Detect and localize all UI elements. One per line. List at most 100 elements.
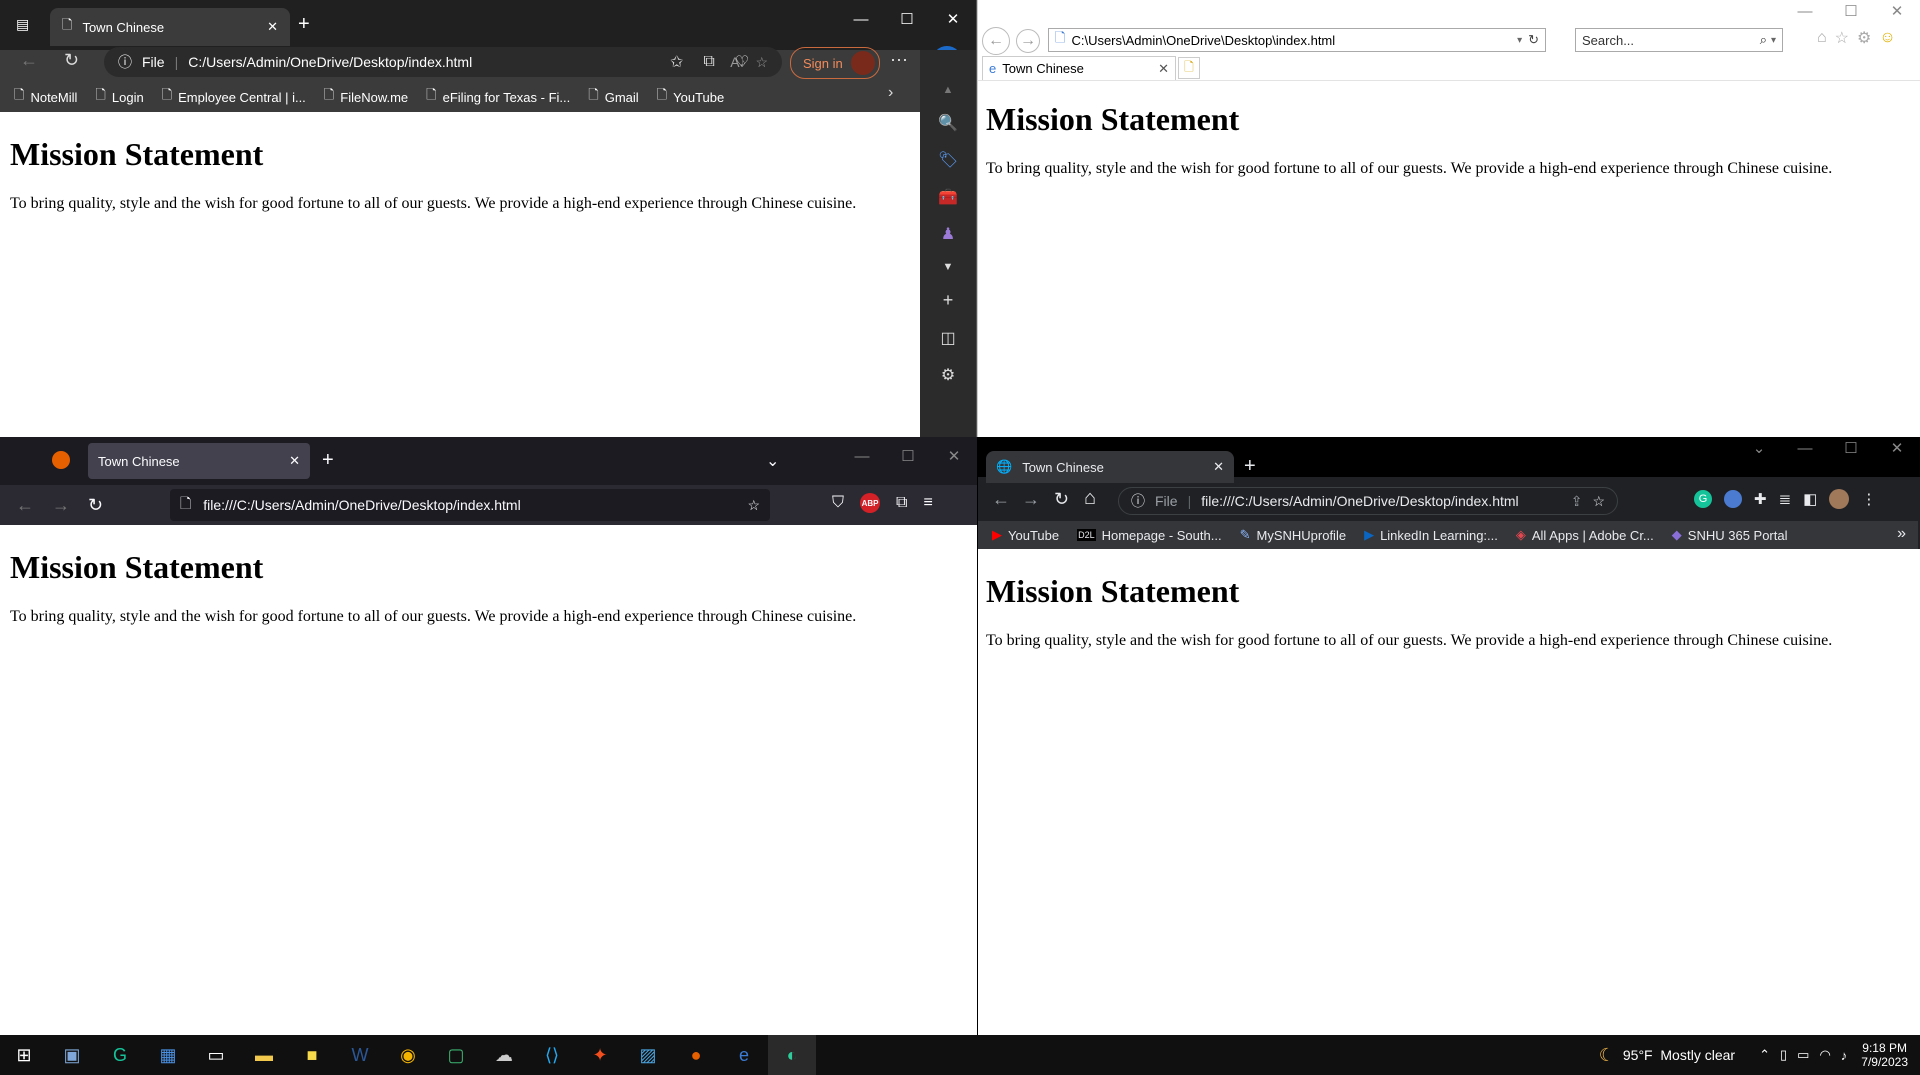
sign-in-button[interactable]: Sign in [790,47,880,79]
windows-start-icon[interactable]: ⊞ [0,1035,48,1075]
ie-icon[interactable]: e [720,1035,768,1075]
close-icon[interactable]: ✕ [1158,61,1169,77]
wifi-icon[interactable]: ◠ [1819,1047,1830,1063]
avatar[interactable] [1829,489,1850,509]
favorites-icon[interactable]: ☆ [1835,28,1849,48]
maximize-button[interactable]: ☐ [1828,439,1874,457]
sticky-notes-icon[interactable]: ■ [288,1035,336,1075]
back-icon[interactable]: ← [16,495,34,516]
refresh-icon[interactable]: ↻ [88,495,103,516]
ie-address-bar[interactable]: 🗋 C:\Users\Admin\OneDrive\Desktop\index.… [1048,28,1546,52]
chevron-up-icon[interactable]: ⌃ [1759,1047,1770,1063]
refresh-icon[interactable]: ↻ [1054,489,1069,510]
close-icon[interactable]: ✕ [289,453,300,469]
tab-search-icon[interactable]: ⌄ [1736,439,1782,457]
chevron-double-right-icon[interactable]: » [1897,525,1906,543]
new-tab-button[interactable]: 🗋 [1178,57,1200,79]
app-icon[interactable]: ▦ [144,1035,192,1075]
add-icon[interactable]: + [943,290,954,311]
refresh-icon[interactable]: ↻ [64,50,79,71]
chevron-right-icon[interactable]: › [888,84,893,102]
minimize-button[interactable]: — [839,448,885,465]
bookmark-item[interactable]: 🗋 NoteMill [14,86,77,108]
bookmark-item[interactable]: 🗋 YouTube [657,86,725,108]
more-icon[interactable]: ⋮ [1861,490,1876,508]
bookmark-item[interactable]: 🗋 FileNow.me [324,86,408,108]
bookmark-item[interactable]: 🗋 Gmail [588,86,638,108]
chrome-tab[interactable]: 🌐 Town Chinese ✕ [986,451,1234,483]
sidebar-toggle-icon[interactable]: ▤ [16,16,29,33]
figma-icon[interactable]: ✦ [576,1035,624,1075]
settings-icon[interactable]: ⚙ [941,365,955,385]
edge-icon[interactable]: ◐ [768,1035,816,1075]
minimize-button[interactable]: — [1782,3,1828,20]
smiley-icon[interactable]: ☺ [1879,29,1895,47]
maximize-button[interactable]: ☐ [884,10,930,28]
close-icon[interactable]: ✕ [1213,459,1224,475]
photos-icon[interactable]: ▨ [624,1035,672,1075]
app-icon[interactable]: ☁ [480,1035,528,1075]
back-icon[interactable]: ← [982,27,1010,55]
firefox-url-bar[interactable]: 🗋 file:///C:/Users/Admin/OneDrive/Deskto… [170,489,770,521]
chevron-down-icon[interactable]: ⌄ [766,451,779,471]
scroll-up-icon[interactable]: ▲ [943,84,954,96]
menu-icon[interactable]: ≡ [923,494,932,512]
word-icon[interactable]: W [336,1035,384,1075]
split-screen-icon[interactable]: ◫ [940,328,955,348]
close-icon[interactable]: ✕ [267,19,278,35]
close-window-button[interactable]: ✕ [930,10,976,28]
device-icon[interactable]: ▯ [1780,1047,1787,1063]
bookmark-item[interactable]: ◈ All Apps | Adobe Cr... [1516,527,1654,543]
bookmark-star-icon[interactable]: ☆ [1592,493,1605,510]
bookmark-item[interactable]: 🗋 eFiling for Texas - Fi... [426,86,570,108]
bookmark-item[interactable]: 🗋 Login [95,86,143,108]
vscode-icon[interactable]: ⟨⟩ [528,1035,576,1075]
weather-text[interactable]: 95°F Mostly clear [1623,1047,1735,1063]
settings-icon[interactable]: ⚙ [1857,28,1871,48]
maximize-button[interactable]: ☐ [885,447,931,465]
chrome-icon[interactable]: ◉ [384,1035,432,1075]
shopping-icon[interactable]: 🏷 [938,150,958,170]
puzzle-icon[interactable]: ✚ [1754,490,1767,508]
back-icon[interactable]: ← [992,489,1010,510]
firefox-icon[interactable]: ● [672,1035,720,1075]
forward-icon[interactable]: → [1022,489,1040,510]
firefox-tab[interactable]: Town Chinese ✕ [88,443,310,479]
new-tab-button[interactable]: + [1244,455,1256,478]
collections-icon[interactable]: ⧉ [703,53,714,71]
forward-icon[interactable]: → [1016,29,1040,53]
weather-icon[interactable]: ☾ [1599,1045,1615,1066]
ie-tab[interactable]: e Town Chinese ✕ [982,56,1176,80]
home-icon[interactable]: ⌂ [1084,487,1096,510]
bookmark-item[interactable]: 🗋 Employee Central | i... [162,86,306,108]
adblock-icon[interactable]: ABP [860,493,881,513]
more-icon[interactable]: ⋯ [890,50,908,71]
bookmark-item[interactable]: ▶ YouTube [992,527,1059,543]
extensions-icon[interactable]: ⧉ [896,494,907,512]
scroll-down-icon[interactable]: ▼ [943,261,954,273]
home-icon[interactable]: ⌂ [1817,29,1827,47]
minimize-button[interactable]: — [1782,440,1828,457]
bookmark-item[interactable]: D2L Homepage - South... [1077,528,1222,543]
app-icon[interactable]: ▢ [432,1035,480,1075]
bookmark-item[interactable]: ✎ MySNHUprofile [1240,527,1346,543]
back-icon[interactable]: ← [20,50,38,71]
share-icon[interactable]: ⇪ [1571,493,1583,510]
volume-icon[interactable]: ♪ [1841,1048,1848,1063]
new-tab-button[interactable]: + [298,13,310,36]
forward-icon[interactable]: → [52,495,70,516]
dropdown-icon[interactable]: ▾ [1517,35,1522,46]
minimize-button[interactable]: — [838,11,884,28]
bookmark-item[interactable]: ◆ SNHU 365 Portal [1672,527,1788,543]
chrome-omnibox[interactable]: ⓘ File | file:///C:/Users/Admin/OneDrive… [1118,487,1618,515]
battery-icon[interactable]: ▭ [1797,1047,1809,1063]
app-icon[interactable]: ▣ [48,1035,96,1075]
search-icon[interactable]: 🔍 [938,113,958,133]
favorites-icon[interactable]: ✩ [670,52,683,72]
terminal-icon[interactable]: ▭ [192,1035,240,1075]
grammarly-icon[interactable]: G [1694,490,1712,508]
bookmark-star-icon[interactable]: ☆ [747,497,760,514]
side-panel-icon[interactable]: ◧ [1803,490,1817,508]
ie-search-box[interactable]: Search... ⌕ ▾ [1575,28,1783,52]
extension-icon[interactable] [1724,490,1742,508]
